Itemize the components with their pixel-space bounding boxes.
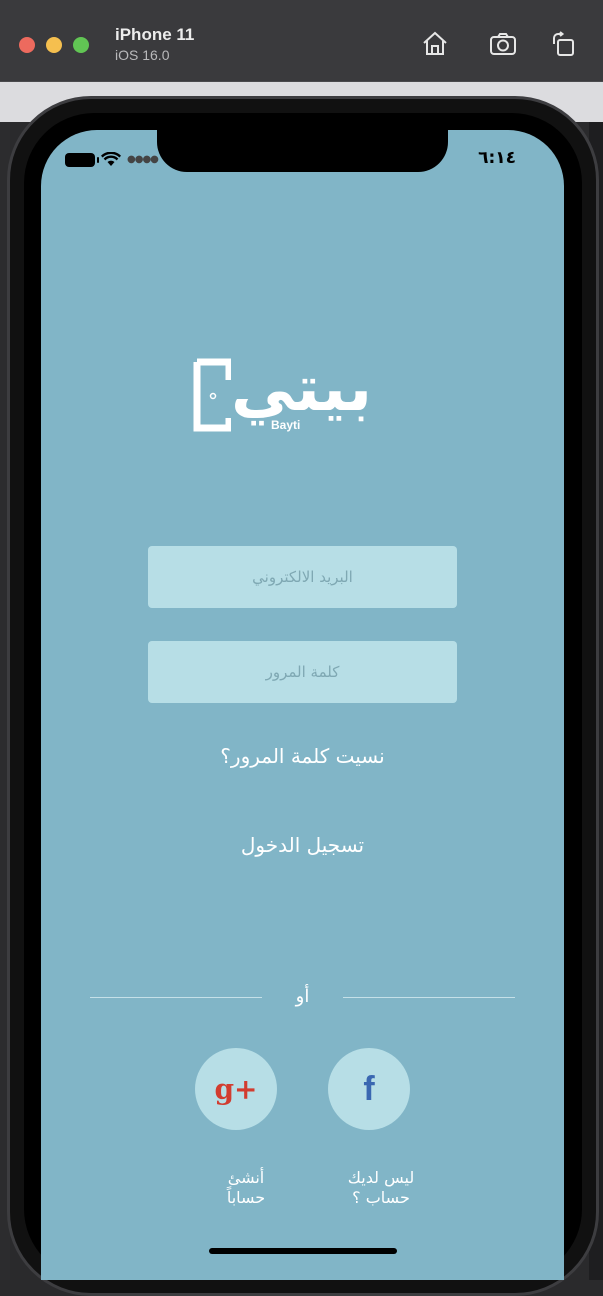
login-button[interactable]: تسجيل الدخول xyxy=(41,833,564,857)
battery-icon xyxy=(65,152,99,167)
signal-icon: ●●●● xyxy=(127,154,159,165)
email-field[interactable] xyxy=(148,546,457,608)
divider-line xyxy=(343,997,515,998)
home-button[interactable] xyxy=(419,28,451,60)
status-icons: ●●●● xyxy=(65,152,159,167)
password-field[interactable] xyxy=(148,641,457,703)
camera-icon xyxy=(490,33,516,55)
facebook-icon: f xyxy=(363,1069,375,1108)
app-logo: بيتي Bayti xyxy=(193,352,413,436)
home-icon xyxy=(423,31,447,55)
minimize-window-button[interactable] xyxy=(46,37,62,53)
status-time: ٦:١٤ xyxy=(478,148,516,168)
home-indicator[interactable] xyxy=(209,1248,397,1254)
google-login-button[interactable]: g+ xyxy=(195,1048,277,1130)
app-screen: ●●●● ٦:١٤ بيتي Bayti نسيت كلمة المرور؟ ت… xyxy=(41,130,564,1280)
zoom-window-button[interactable] xyxy=(73,37,89,53)
os-version: iOS 16.0 xyxy=(115,47,170,63)
google-plus-icon: g+ xyxy=(214,1072,258,1106)
rotate-button[interactable] xyxy=(548,28,580,60)
no-account-text: ليس لديك حساب ؟ xyxy=(347,1168,415,1207)
screenshot-button[interactable] xyxy=(487,28,519,60)
logo-latin: Bayti xyxy=(271,418,301,432)
rotate-icon xyxy=(553,31,574,56)
close-window-button[interactable] xyxy=(19,37,35,53)
simulator-title-bar: iPhone 11 iOS 16.0 xyxy=(0,0,603,82)
device-name: iPhone 11 xyxy=(115,25,195,44)
door-icon xyxy=(193,358,231,432)
logo-wordmark: بيتي xyxy=(231,352,374,426)
wifi-icon xyxy=(101,152,121,166)
forgot-password-link[interactable]: نسيت كلمة المرور؟ xyxy=(41,744,564,768)
facebook-login-button[interactable]: f xyxy=(328,1048,410,1130)
notch xyxy=(157,130,448,172)
create-account-link[interactable]: أنشئ حساباً xyxy=(211,1168,281,1208)
